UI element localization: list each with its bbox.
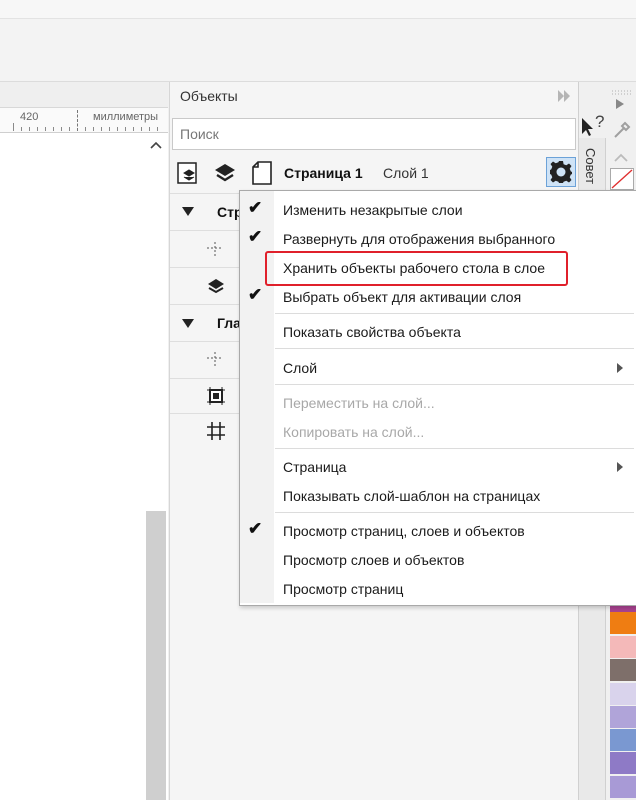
- vertical-scrollbar[interactable]: [146, 511, 166, 800]
- menu-item-show-object-properties[interactable]: Показать свойства объекта: [283, 324, 461, 340]
- grid-icon: [206, 421, 226, 444]
- menu-item-select-to-activate-layer[interactable]: Выбрать объект для активации слоя: [283, 289, 521, 305]
- grip-icon[interactable]: [610, 84, 634, 95]
- ruler-tick: [133, 127, 134, 131]
- tree-row-label: Гла: [217, 315, 241, 331]
- checkmark-icon: ✔: [248, 198, 263, 217]
- menu-item-view-pages-layers-objects[interactable]: Просмотр страниц, слоев и объектов: [283, 523, 525, 539]
- submenu-arrow-icon: [616, 362, 624, 377]
- ruler-tick: [125, 127, 126, 131]
- expand-triangle-icon[interactable]: [182, 316, 194, 332]
- expand-triangle-icon[interactable]: [182, 204, 194, 220]
- gear-icon: [549, 160, 573, 184]
- menu-separator: [275, 313, 634, 314]
- search-input[interactable]: [172, 118, 576, 150]
- ruler-tick: [37, 127, 38, 131]
- drawing-canvas[interactable]: [0, 133, 168, 800]
- ruler-tick: [109, 127, 110, 131]
- menu-separator: [275, 348, 634, 349]
- menu-separator: [275, 448, 634, 449]
- menu-item-copy-to-layer: Копировать на слой...: [283, 424, 425, 440]
- checkmark-icon: ✔: [248, 285, 263, 304]
- layers-icon: [206, 276, 226, 299]
- submenu-arrow-icon: [616, 461, 624, 476]
- checkmark-icon: ✔: [248, 519, 263, 538]
- ruler-tick: [93, 127, 94, 131]
- menu-item-move-to-layer: Переместить на слой...: [283, 395, 435, 411]
- canvas-tab-bar: [0, 82, 168, 108]
- ruler-tick: [117, 127, 118, 131]
- desktop-icon: [206, 386, 226, 409]
- color-swatch[interactable]: [610, 706, 636, 728]
- color-swatch[interactable]: [610, 659, 636, 681]
- docker-title: Объекты: [180, 88, 238, 104]
- menu-item-edit-across-layers[interactable]: Изменить незакрытые слои: [283, 202, 463, 218]
- ruler-tick: [141, 127, 142, 131]
- menu-item-page-submenu[interactable]: Страница: [283, 459, 346, 475]
- color-swatch[interactable]: [610, 636, 636, 658]
- menu-item-view-layers-objects[interactable]: Просмотр слоев и объектов: [283, 552, 464, 568]
- menu-separator: [275, 384, 634, 385]
- ruler-major-tick: [77, 110, 79, 131]
- scroll-up-icon[interactable]: [148, 137, 164, 153]
- current-page-label[interactable]: Страница 1: [284, 165, 363, 181]
- ruler-tick: [61, 127, 62, 131]
- ruler-tick: [149, 127, 150, 131]
- ruler-tick: [85, 127, 86, 131]
- current-layer-label[interactable]: Слой 1: [383, 165, 429, 181]
- checkmark-icon: ✔: [248, 227, 263, 246]
- context-help-icon[interactable]: ?: [580, 112, 608, 138]
- highlight-box: [265, 251, 568, 286]
- ruler-tick: [157, 127, 158, 131]
- help-question-mark: ?: [595, 112, 605, 131]
- menu-item-expand-to-selection[interactable]: Развернуть для отображения выбранного: [283, 231, 555, 247]
- ruler-tick-label: 420: [20, 111, 39, 123]
- color-swatch[interactable]: [610, 729, 636, 751]
- menu-item-view-pages[interactable]: Просмотр страниц: [283, 581, 403, 597]
- ruler-tick: [45, 127, 46, 131]
- color-swatch[interactable]: [610, 683, 636, 705]
- ruler-tick: [21, 127, 22, 131]
- property-bar: [0, 19, 636, 82]
- menu-item-layer-submenu[interactable]: Слой: [283, 360, 317, 376]
- guides-icon: [206, 241, 224, 262]
- ruler-tick: [53, 127, 54, 131]
- ruler-tick: [13, 123, 14, 131]
- color-swatch[interactable]: [610, 776, 636, 798]
- ruler-units-label: миллиметры: [93, 111, 159, 123]
- color-swatch[interactable]: [610, 752, 636, 774]
- no-color-swatch[interactable]: [610, 168, 634, 190]
- hints-tab-label: Совет: [583, 148, 598, 185]
- chevron-up-icon[interactable]: [614, 150, 628, 166]
- ruler-tick: [29, 127, 30, 131]
- ruler-tick: [69, 127, 70, 131]
- ruler-tick: [101, 127, 102, 131]
- top-toolbar-strip: [0, 0, 636, 19]
- play-right-icon[interactable]: [615, 97, 625, 113]
- double-chevron-right-icon[interactable]: [555, 87, 573, 105]
- menu-separator: [275, 512, 634, 513]
- menu-item-show-master-layer[interactable]: Показывать слой-шаблон на страницах: [283, 488, 540, 504]
- eyedropper-icon[interactable]: [612, 120, 632, 143]
- color-swatch[interactable]: [610, 612, 636, 634]
- guides-icon: [206, 351, 224, 372]
- horizontal-ruler[interactable]: 420 миллиметры: [0, 108, 168, 133]
- docker-options-button[interactable]: [546, 157, 576, 187]
- page-icon[interactable]: [248, 159, 276, 187]
- layers-icon[interactable]: [211, 159, 239, 187]
- layer-manager-view-icon[interactable]: [175, 159, 203, 187]
